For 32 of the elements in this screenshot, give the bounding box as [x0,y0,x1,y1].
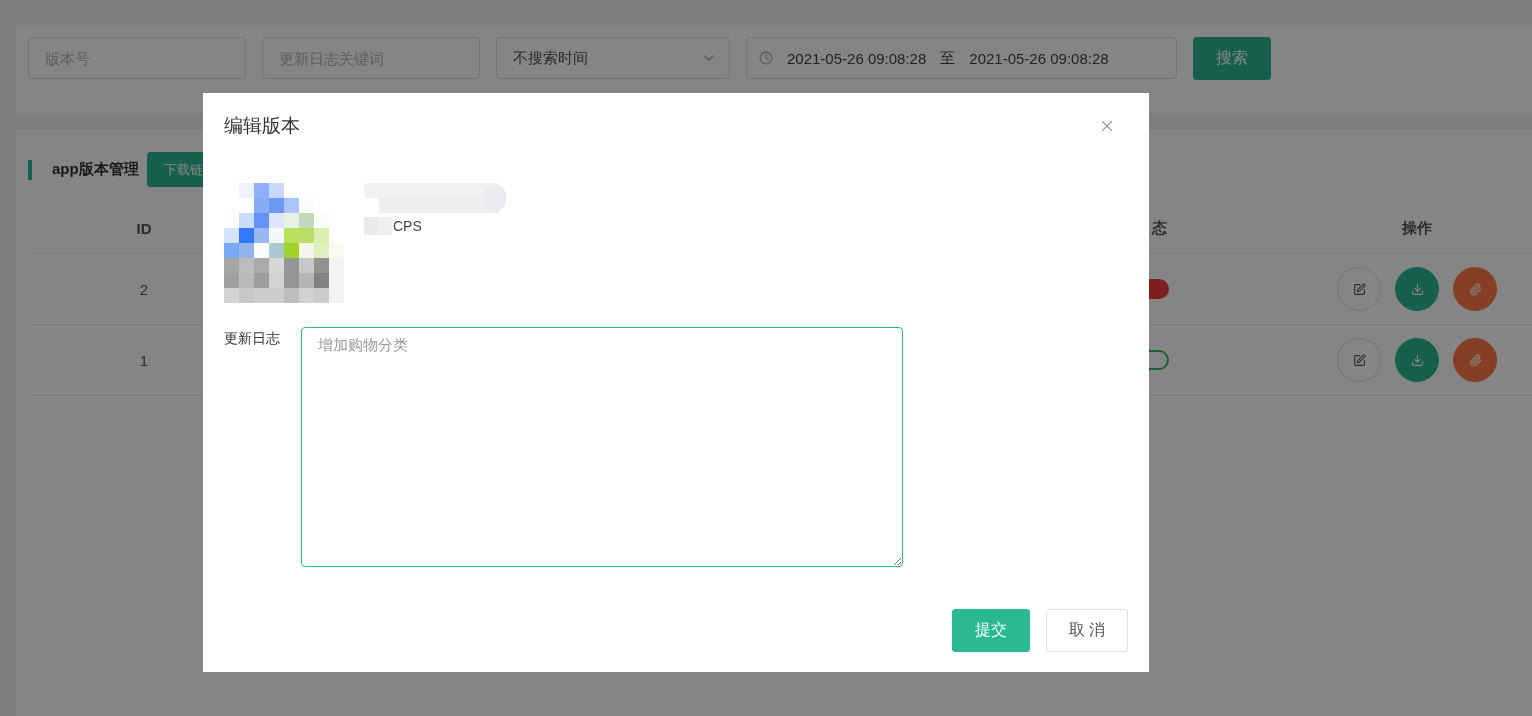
edit-icon [1352,353,1366,367]
column-header: 态 [1152,218,1167,238]
app-name: CPS [393,218,422,234]
edit-icon [1352,282,1366,296]
search-button[interactable]: 搜索 [1193,37,1271,80]
changelog-field[interactable]: 增加购物分类 [301,327,903,567]
attach-button[interactable] [1453,338,1497,382]
edit-button[interactable] [1337,338,1381,382]
download-icon [1410,282,1424,296]
start-date: 2021-05-26 09:08:28 [787,49,927,67]
time-mode-select[interactable]: 不搜索时间 [496,37,730,79]
cancel-button[interactable]: 取 消 [1045,609,1128,652]
column-header: ID [136,219,152,237]
paperclip-icon [1468,353,1482,367]
download-icon [1410,353,1424,367]
id-cell: 2 [139,280,149,298]
id-cell: 1 [139,351,149,369]
date-range-field[interactable]: 2021-05-26 09:08:28 至 2021-05-26 09:08:28 [746,37,1177,79]
download-button[interactable] [1395,338,1439,382]
range-separator: 至 [940,48,956,68]
attach-button[interactable] [1453,267,1497,311]
column-header: 操作 [1402,218,1432,238]
end-date: 2021-05-26 09:08:28 [969,49,1109,67]
edit-button[interactable] [1337,267,1381,311]
changelog-label: 更新日志 [224,330,280,348]
dialog-title: 编辑版本 [224,114,300,138]
download-button[interactable] [1395,267,1439,311]
paperclip-icon [1468,282,1482,296]
submit-button[interactable]: 提交 [951,609,1030,652]
select-value: 不搜索时间 [513,48,588,68]
section-title: app版本管理 [52,160,139,179]
clock-icon [759,51,773,65]
